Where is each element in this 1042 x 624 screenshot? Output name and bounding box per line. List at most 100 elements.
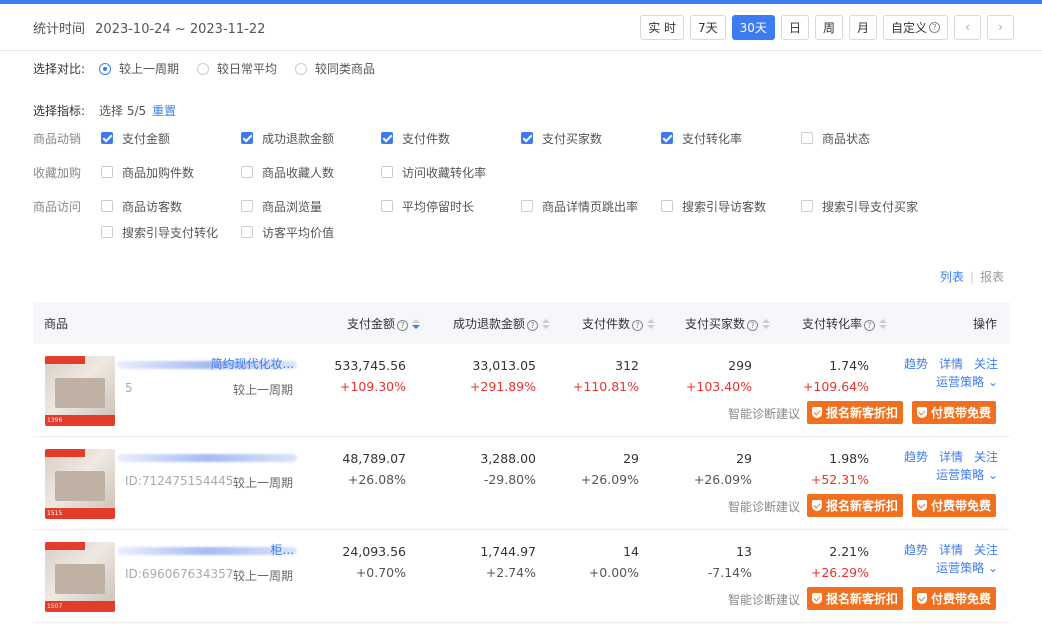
refund-value: 1,744.97: [480, 544, 536, 559]
radio-icon: [295, 62, 308, 75]
checkbox-icon: [101, 166, 113, 178]
indicator-item-label: 平均停留时长: [402, 199, 475, 214]
diagnosis-label: 智能诊断建议: [728, 500, 801, 514]
signup-newcustomer-discount-button[interactable]: 报名新客折扣: [807, 401, 904, 424]
indicator-checkbox-item[interactable]: 商品收藏人数: [241, 155, 381, 189]
indicator-checkbox-item[interactable]: 搜索引导访客数: [661, 193, 801, 219]
range-week-button[interactable]: 周: [814, 14, 843, 40]
indicator-group-label: 收藏加购: [33, 165, 82, 180]
paid-free-button[interactable]: 付费带免费: [912, 401, 997, 424]
indicator-checkbox-item[interactable]: 支付买家数: [521, 121, 661, 155]
refund-change: +2.74%: [485, 565, 536, 580]
pay-buyers-change: -7.14%: [707, 565, 752, 580]
indicator-checkbox-item[interactable]: 支付件数: [381, 121, 521, 155]
indicator-group-label: 商品动销: [33, 131, 82, 146]
shield-icon: [917, 407, 927, 418]
pay-buyers-value: 13: [736, 544, 752, 559]
strategy-dropdown[interactable]: 运营策略 ⌄: [936, 466, 998, 483]
refund-value: 3,288.00: [480, 451, 536, 466]
indicator-checkbox-item[interactable]: 商品加购件数: [101, 155, 241, 189]
follow-link[interactable]: 关注: [974, 541, 998, 558]
detail-link[interactable]: 详情: [939, 355, 963, 372]
th-pay-buyers[interactable]: 支付买家数?: [685, 315, 770, 332]
indicator-item-label: 搜索引导支付转化: [122, 225, 219, 240]
pay-amount-change: +109.30%: [339, 379, 406, 394]
indicator-checkbox-item[interactable]: 商品详情页跳出率: [521, 193, 661, 219]
indicator-items: 商品加购件数 商品收藏人数 访问收藏转化率: [101, 155, 981, 189]
th-pay-items[interactable]: 支付件数?: [582, 315, 655, 332]
compare-option-avg[interactable]: 较日常平均: [197, 60, 277, 77]
product-name-link[interactable]: 柜...: [271, 541, 294, 558]
row-ops: 趋势 详情 关注: [904, 355, 998, 372]
trend-link[interactable]: 趋势: [904, 355, 928, 372]
indicator-checkbox-item[interactable]: 成功退款金额: [241, 121, 381, 155]
table-row: 1507 柜... ID:696067634357 较上一周期 24,093.56 +0.…: [33, 530, 1010, 623]
range-7d-button[interactable]: 7天: [690, 14, 726, 40]
compare-option-peer[interactable]: 较同类商品: [295, 60, 375, 77]
indicator-checkbox-item[interactable]: 访客平均价值: [241, 219, 381, 245]
question-icon: ?: [397, 319, 408, 331]
follow-link[interactable]: 关注: [974, 355, 998, 372]
range-custom-button[interactable]: 自定义?: [882, 14, 948, 40]
checkbox-icon: [241, 166, 253, 178]
paid-free-button-label: 付费带免费: [931, 499, 992, 513]
indicator-checkbox-item[interactable]: 搜索引导支付转化: [101, 219, 241, 245]
indicator-checkbox-item[interactable]: 搜索引导支付买家: [801, 193, 941, 219]
question-icon: ?: [747, 319, 758, 331]
product-thumbnail[interactable]: 1507: [45, 542, 115, 612]
view-switch: 列表 | 报表: [940, 268, 1004, 285]
period-value: 2023-10-24 ~ 2023-11-22: [95, 21, 266, 37]
indicator-checkbox-item[interactable]: 支付金额: [101, 121, 241, 155]
trend-link[interactable]: 趋势: [904, 541, 928, 558]
range-month-button[interactable]: 月: [848, 14, 877, 40]
th-refund-amount[interactable]: 成功退款金额?: [453, 315, 550, 332]
th-conv-rate[interactable]: 支付转化率?: [802, 315, 887, 332]
pay-buyers-value: 299: [728, 358, 752, 373]
diagnosis-label: 智能诊断建议: [728, 407, 801, 421]
thumb-price: 1507: [45, 601, 115, 612]
product-name-link[interactable]: 简约现代化妆...: [211, 355, 294, 372]
view-list-link[interactable]: 列表: [940, 270, 964, 284]
indicator-checkbox-item[interactable]: 商品访客数: [101, 193, 241, 219]
paid-free-button[interactable]: 付费带免费: [912, 494, 997, 517]
chevron-right-icon[interactable]: ›: [987, 14, 1014, 40]
indicator-checkbox-item[interactable]: 平均停留时长: [381, 193, 521, 219]
signup-newcustomer-discount-button[interactable]: 报名新客折扣: [807, 494, 904, 517]
th-pay-amount[interactable]: 支付金额?: [347, 315, 420, 332]
indicator-checkbox-item[interactable]: 支付转化率: [661, 121, 801, 155]
reset-link[interactable]: 重置: [152, 102, 176, 119]
indicator-checkbox-item[interactable]: 商品浏览量: [241, 193, 381, 219]
view-report-link[interactable]: 报表: [980, 270, 1004, 284]
compare-label: 较上一周期: [233, 476, 294, 490]
product-thumbnail[interactable]: 1515: [45, 449, 115, 519]
signup-newcustomer-discount-button[interactable]: 报名新客折扣: [807, 587, 904, 610]
indicator-checkbox-item[interactable]: 访问收藏转化率: [381, 155, 521, 189]
sort-icon: [762, 319, 770, 329]
compare-option-prev[interactable]: 较上一周期: [99, 60, 179, 77]
pay-amount-value: 24,093.56: [342, 544, 406, 559]
trend-link[interactable]: 趋势: [904, 448, 928, 465]
follow-link[interactable]: 关注: [974, 448, 998, 465]
thumb-tag: [45, 356, 85, 364]
checkbox-icon: [101, 226, 113, 238]
range-custom-label: 自定义: [890, 20, 927, 35]
indicator-item-label: 商品详情页跳出率: [542, 199, 639, 214]
paid-free-button[interactable]: 付费带免费: [912, 587, 997, 610]
indicator-item-label: 支付买家数: [542, 131, 603, 146]
conv-rate-change: +52.31%: [810, 472, 869, 487]
strategy-dropdown[interactable]: 运营策略 ⌄: [936, 373, 998, 390]
product-thumbnail[interactable]: 1396: [45, 356, 115, 426]
range-day-button[interactable]: 日: [780, 14, 809, 40]
indicator-item-label: 商品访客数: [122, 199, 183, 214]
strategy-label: 运营策略: [936, 561, 985, 575]
strategy-dropdown[interactable]: 运营策略 ⌄: [936, 559, 998, 576]
detail-link[interactable]: 详情: [939, 541, 963, 558]
chevron-left-icon[interactable]: ‹: [954, 14, 981, 40]
indicator-checkbox-item[interactable]: 商品状态: [801, 121, 941, 155]
range-realtime-button[interactable]: 实 时: [640, 14, 685, 40]
table-row: 1515 ID:712475154445 较上一周期 48,789.07 +26.08%…: [33, 437, 1010, 530]
detail-link[interactable]: 详情: [939, 448, 963, 465]
th-pay-buyers-label: 支付买家数: [684, 316, 745, 331]
strategy-label: 运营策略: [936, 468, 985, 482]
range-30d-button[interactable]: 30天: [731, 14, 775, 40]
